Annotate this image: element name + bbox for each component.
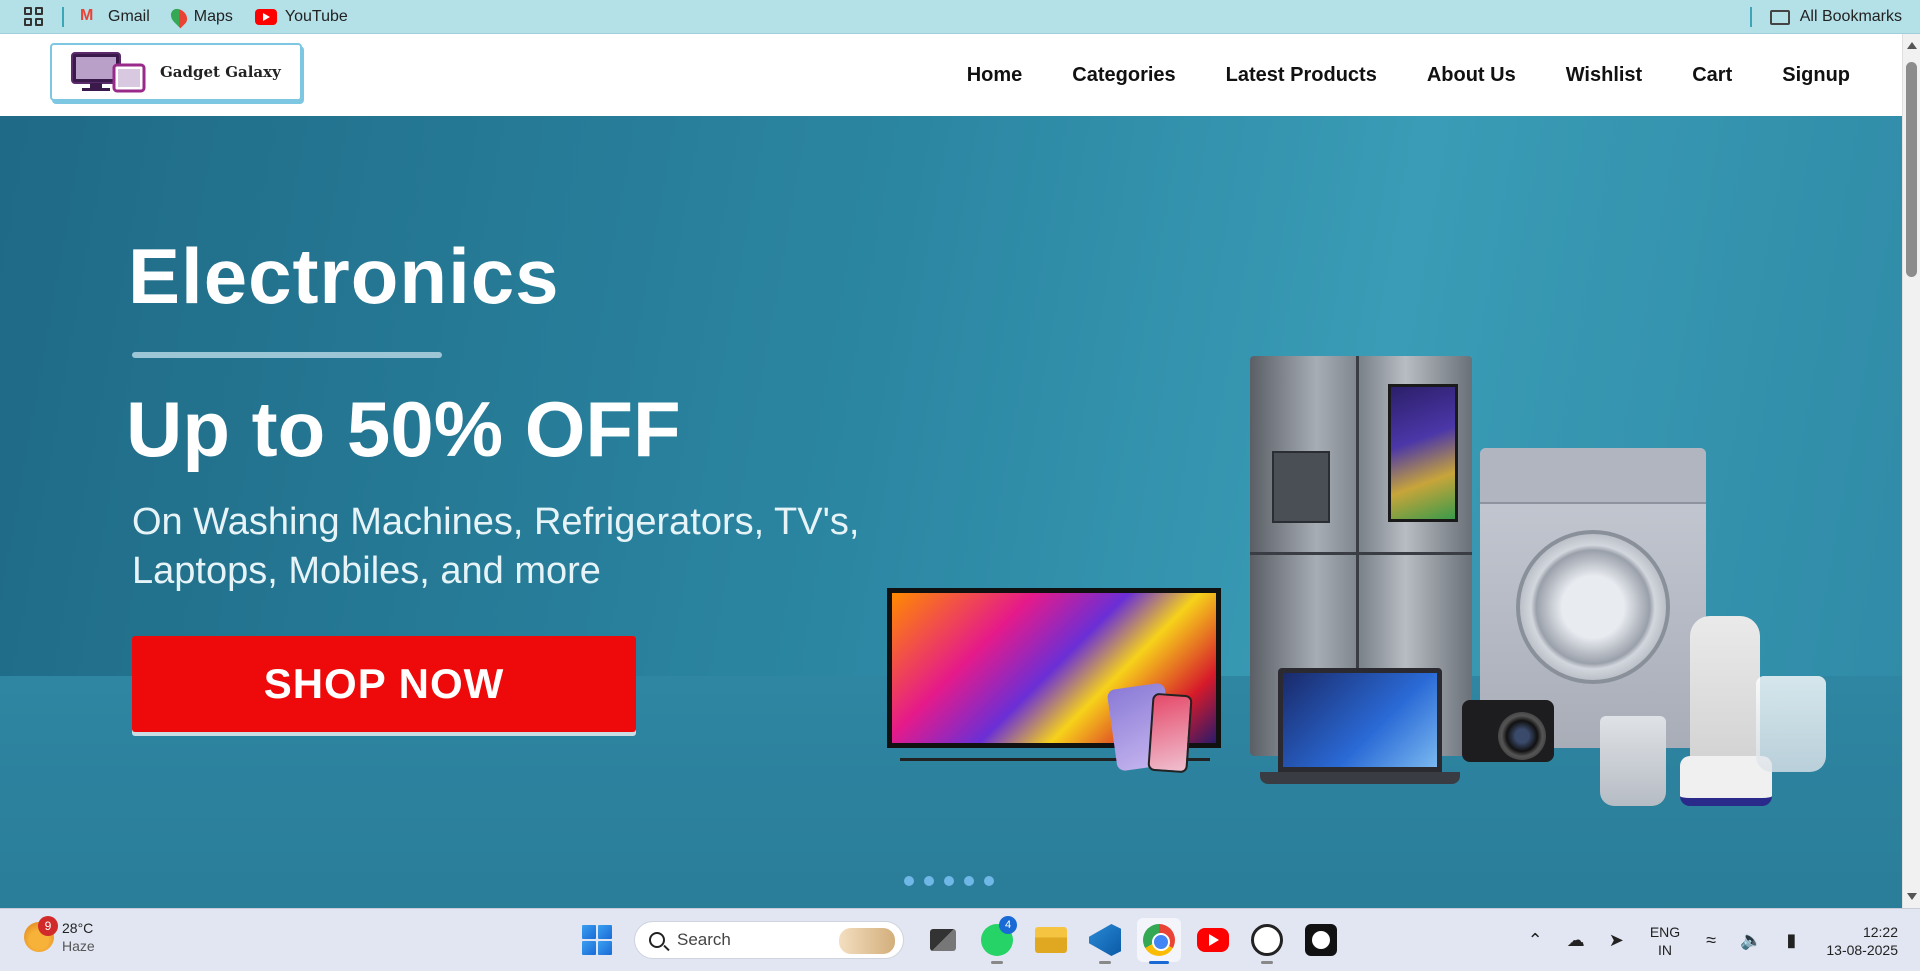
nav-about-us[interactable]: About Us bbox=[1427, 64, 1516, 87]
cloud-off-icon[interactable]: ☁ bbox=[1567, 930, 1585, 951]
whatsapp-button[interactable]: 4 bbox=[975, 916, 1019, 964]
carousel-indicators bbox=[904, 876, 994, 886]
clock-date: 13-08-2025 bbox=[1826, 941, 1898, 958]
chrome-button[interactable] bbox=[1137, 918, 1181, 964]
bookmark-youtube[interactable]: YouTube bbox=[254, 7, 348, 26]
task-view-button[interactable] bbox=[921, 918, 965, 962]
bookmarks-divider bbox=[1749, 7, 1752, 27]
github-button[interactable] bbox=[1299, 918, 1343, 962]
site-logo[interactable]: Gadget Galaxy bbox=[50, 43, 302, 101]
page-scrollbar[interactable] bbox=[1902, 34, 1920, 908]
shop-now-button[interactable]: SHOP NOW bbox=[132, 636, 636, 732]
bookmark-maps[interactable]: Maps bbox=[167, 5, 233, 28]
nav-latest-products[interactable]: Latest Products bbox=[1226, 64, 1377, 87]
clock[interactable]: 12:22 13-08-2025 bbox=[1826, 923, 1898, 959]
taskbar: 9 28°C Haze Search 4 ⌃ ☁ ➤ ENG IN ≈ 🔈 ▮ … bbox=[0, 908, 1920, 971]
youtube-icon bbox=[1197, 928, 1229, 952]
weather-condition: Haze bbox=[62, 938, 95, 954]
system-tray: ⌃ ☁ ➤ ENG IN ≈ 🔈 ▮ 12:22 13-08-2025 bbox=[1516, 909, 1920, 971]
nav-wishlist[interactable]: Wishlist bbox=[1566, 64, 1643, 87]
all-bookmarks-label: All Bookmarks bbox=[1799, 8, 1902, 25]
whatsapp-badge: 4 bbox=[999, 916, 1017, 934]
taskbar-apps: Search 4 bbox=[582, 916, 1348, 964]
site-navbar: Gadget Galaxy Home Categories Latest Pro… bbox=[0, 34, 1902, 116]
volume-icon[interactable]: 🔈 bbox=[1740, 930, 1762, 951]
location-arrow-icon[interactable]: ➤ bbox=[1609, 930, 1624, 951]
gmail-icon bbox=[80, 7, 100, 25]
hero-subtitle-line: Laptops, Mobiles, and more bbox=[132, 550, 601, 592]
bookmark-label: Gmail bbox=[108, 7, 150, 25]
weather-temp: 28°C bbox=[62, 920, 94, 936]
haze-weather-icon: 9 bbox=[24, 916, 58, 952]
bookmark-label: Maps bbox=[193, 7, 233, 25]
maps-icon bbox=[167, 5, 191, 28]
clock-time: 12:22 bbox=[1862, 923, 1898, 940]
file-explorer-button[interactable] bbox=[1029, 918, 1073, 962]
nav-signup[interactable]: Signup bbox=[1782, 64, 1850, 87]
chrome-icon bbox=[1143, 924, 1175, 956]
wifi-icon[interactable]: ≈ bbox=[1706, 930, 1716, 951]
weather-text: 28°C Haze bbox=[62, 919, 95, 955]
nav-cart[interactable]: Cart bbox=[1692, 64, 1732, 87]
laptop-base bbox=[1260, 772, 1460, 784]
logo-text: Gadget Galaxy bbox=[160, 63, 281, 81]
hero-offer: Up to 50% OFF bbox=[126, 385, 681, 473]
vscode-icon bbox=[1089, 924, 1121, 956]
scrollbar-thumb[interactable] bbox=[1906, 62, 1917, 277]
chatgpt-button[interactable] bbox=[1245, 918, 1289, 964]
bookmark-label: YouTube bbox=[284, 7, 348, 25]
language-indicator[interactable]: ENG IN bbox=[1650, 923, 1680, 959]
hero-carousel: Electronics Up to 50% OFF On Washing Mac… bbox=[0, 116, 1902, 908]
language-code: ENG bbox=[1649, 923, 1681, 940]
nav-categories[interactable]: Categories bbox=[1072, 64, 1175, 87]
carousel-dot[interactable] bbox=[944, 876, 954, 886]
task-view-icon bbox=[930, 929, 956, 951]
all-bookmarks[interactable]: All Bookmarks bbox=[1749, 0, 1902, 34]
search-placeholder: Search bbox=[677, 930, 731, 949]
youtube-icon bbox=[254, 8, 277, 25]
folder-icon bbox=[1769, 9, 1790, 25]
bookmarks-divider bbox=[62, 6, 64, 27]
hero-subtitle: On Washing Machines, Refrigerators, TV's… bbox=[132, 498, 952, 596]
nav-home[interactable]: Home bbox=[967, 64, 1023, 87]
youtube-button[interactable] bbox=[1191, 918, 1235, 962]
notification-badge: 9 bbox=[38, 916, 58, 936]
bookmarks-bar: Gmail Maps YouTube All Bookmarks bbox=[0, 0, 1920, 34]
laptop-image bbox=[1278, 668, 1442, 772]
camera-image bbox=[1462, 700, 1554, 762]
carousel-dot[interactable] bbox=[964, 876, 974, 886]
mobile-image bbox=[1147, 692, 1193, 774]
carousel-dot[interactable] bbox=[924, 876, 934, 886]
carousel-dot[interactable] bbox=[984, 876, 994, 886]
monitor-logo-icon bbox=[71, 52, 146, 93]
page-viewport: Gadget Galaxy Home Categories Latest Pro… bbox=[0, 34, 1902, 908]
scroll-down-icon[interactable] bbox=[1907, 893, 1917, 900]
battery-icon[interactable]: ▮ bbox=[1786, 930, 1796, 951]
search-icon bbox=[649, 932, 665, 948]
windows-start-icon[interactable] bbox=[582, 925, 612, 955]
hero-subtitle-line: On Washing Machines, Refrigerators, TV's… bbox=[132, 501, 860, 543]
nav-menu: Home Categories Latest Products About Us… bbox=[917, 34, 1850, 116]
mixer-jar-image bbox=[1756, 676, 1826, 772]
vscode-button[interactable] bbox=[1083, 918, 1127, 964]
hero-title: Electronics bbox=[128, 232, 560, 320]
github-icon bbox=[1305, 924, 1337, 956]
chevron-up-icon[interactable]: ⌃ bbox=[1528, 930, 1543, 951]
file-explorer-icon bbox=[1035, 927, 1067, 953]
search-highlight-image bbox=[839, 928, 895, 954]
scroll-up-icon[interactable] bbox=[1907, 42, 1917, 49]
region-code: IN bbox=[1657, 941, 1672, 958]
hero-divider bbox=[132, 352, 442, 358]
mixer-jar-image bbox=[1600, 716, 1666, 806]
carousel-dot[interactable] bbox=[904, 876, 914, 886]
chatgpt-icon bbox=[1251, 924, 1283, 956]
weather-widget[interactable]: 9 28°C Haze bbox=[24, 916, 95, 955]
apps-grid-icon[interactable] bbox=[22, 6, 44, 28]
bookmark-gmail[interactable]: Gmail bbox=[80, 7, 150, 26]
taskbar-search[interactable]: Search bbox=[634, 921, 904, 959]
